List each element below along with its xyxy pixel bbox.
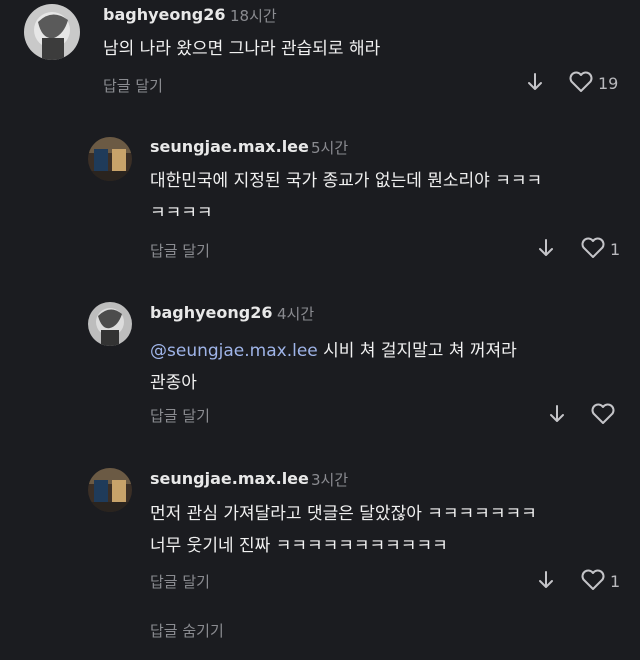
comment-line: 먼저 관심 가져달라고 댓글은 달았잖아 ㅋㅋㅋㅋㅋㅋㅋ [150,504,537,524]
reply-button[interactable]: 답글 달기 [150,405,210,426]
comment-line: 관종아 [150,373,197,393]
heart-icon[interactable] [590,403,616,429]
avatar[interactable] [24,4,80,60]
comment-text: 대한민국에 지정된 국가 종교가 없는데 뭔소리야 ㅋㅋㅋ ㅋㅋㅋㅋ [150,165,542,229]
comment-line: 남의 나라 왔으면 그나라 관습되로 해라 [103,39,381,59]
hide-replies-button[interactable]: 답글 숨기기 [150,620,224,641]
comment-text: @seungjae.max.lee 시비 쳐 걸지말고 쳐 꺼져라 관종아 [150,335,517,399]
avatar[interactable] [88,302,132,346]
comment-line: ㅋㅋㅋㅋ [150,203,213,223]
reply-button[interactable]: 답글 달기 [103,75,163,96]
arrow-down-icon[interactable] [537,570,555,594]
comment-text: 먼저 관심 가져달라고 댓글은 달았잖아 ㅋㅋㅋㅋㅋㅋㅋ 너무 웃기네 진짜 ㅋ… [150,498,537,562]
mention-link[interactable]: @seungjae.max.lee [150,341,318,361]
avatar[interactable] [88,468,132,512]
comment-line-text: 시비 쳐 걸지말고 쳐 꺼져라 [317,341,517,361]
arrow-down-icon[interactable] [548,404,566,428]
comment-text: 남의 나라 왔으면 그나라 관습되로 해라 [103,33,380,65]
username[interactable]: seungjae.max.lee [150,137,309,156]
timestamp: 3시간 [311,471,349,489]
comment-line: @seungjae.max.lee 시비 쳐 걸지말고 쳐 꺼져라 [150,335,517,367]
timestamp: 4시간 [277,305,315,323]
heart-icon[interactable] [580,569,606,595]
reply-button[interactable]: 답글 달기 [150,571,210,592]
arrow-down-icon[interactable] [526,72,544,96]
arrow-down-icon[interactable] [537,238,555,262]
timestamp: 18시간 [230,7,277,25]
comment-line: 너무 웃기네 진짜 ㅋㅋㅋㅋㅋㅋㅋㅋㅋㅋㅋ [150,536,448,556]
username[interactable]: baghyeong26 [103,5,225,24]
like-count: 1 [610,240,621,259]
avatar[interactable] [88,137,132,181]
timestamp: 5시간 [311,139,349,157]
like-count: 1 [610,572,621,591]
comment-line: 대한민국에 지정된 국가 종교가 없는데 뭔소리야 ㅋㅋㅋ [150,171,543,191]
heart-icon[interactable] [580,237,606,263]
heart-icon[interactable] [568,71,594,97]
username[interactable]: baghyeong26 [150,303,272,322]
username[interactable]: seungjae.max.lee [150,469,309,488]
like-count: 19 [598,74,619,93]
reply-button[interactable]: 답글 달기 [150,240,210,261]
